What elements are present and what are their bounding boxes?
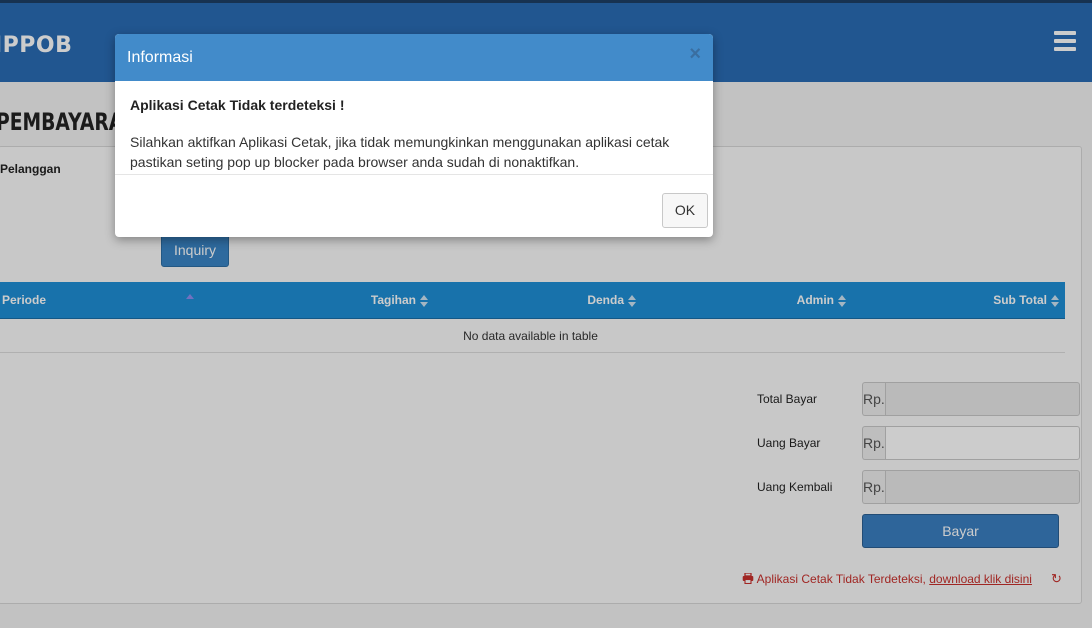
ok-button[interactable]: OK	[662, 193, 708, 228]
modal-body: Aplikasi Cetak Tidak terdeteksi ! Silahk…	[115, 81, 713, 175]
modal-header: Informasi ×	[115, 34, 713, 81]
modal-heading: Aplikasi Cetak Tidak terdeteksi !	[130, 97, 345, 113]
modal-message-line: Silahkan aktifkan Aplikasi Cetak, jika t…	[130, 134, 670, 150]
modal-footer: OK	[115, 175, 713, 237]
info-modal: Informasi × Aplikasi Cetak Tidak terdete…	[115, 34, 713, 237]
modal-title: Informasi	[127, 49, 193, 66]
close-icon[interactable]: ×	[689, 44, 701, 64]
modal-message-line: pastikan seting pop up blocker pada brow…	[130, 154, 580, 170]
modal-message: Silahkan aktifkan Aplikasi Cetak, jika t…	[130, 132, 698, 172]
